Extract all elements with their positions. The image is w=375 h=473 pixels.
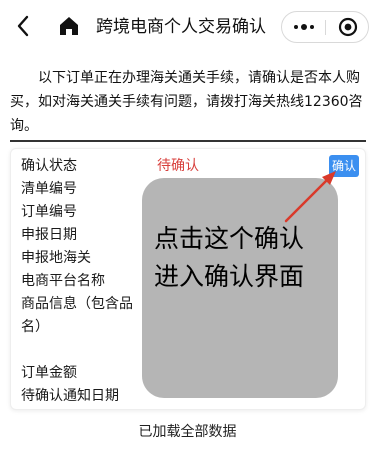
status-value: 待确认 — [157, 158, 199, 174]
label-platform-name: 电商平台名称 — [21, 273, 105, 289]
chevron-left-icon — [17, 15, 29, 37]
more-dots-icon-right — [309, 25, 314, 29]
label-declare-customs: 申报地海关 — [21, 250, 91, 266]
page: 跨境电商个人交易确认 以下订单正在办理海关通关手续，请确认是否本人购买，如对海关… — [0, 0, 375, 473]
label-list-no: 清单编号 — [21, 181, 77, 197]
more-dots-icon — [293, 25, 298, 29]
label-status: 确认状态 — [21, 158, 77, 174]
more-button[interactable] — [282, 12, 325, 42]
home-icon — [60, 17, 78, 35]
annotation-line-1: 点击这个确认 — [154, 224, 305, 253]
label-goods-info: 商品信息（包含品 — [21, 296, 133, 312]
label-declare-date: 申报日期 — [21, 227, 77, 243]
label-order-amount: 订单金额 — [21, 365, 77, 381]
close-button[interactable] — [326, 12, 369, 42]
more-dots-icon-center — [300, 24, 307, 30]
label-order-no: 订单编号 — [21, 204, 77, 220]
navbar: 跨境电商个人交易确认 — [0, 0, 375, 54]
field-labels: 确认状态 清单编号 订单编号 申报日期 申报地海关 电商平台名称 商品信息（包含… — [21, 155, 149, 408]
annotation-line-2: 进入确认界面 — [154, 262, 305, 291]
blank-row — [21, 339, 149, 362]
label-goods-info-cont: 名） — [21, 319, 49, 335]
mini-program-capsule — [281, 11, 369, 43]
home-button[interactable] — [58, 13, 80, 39]
divider — [10, 140, 366, 142]
annotation-text: 点击这个确认 进入确认界面 — [154, 220, 334, 296]
notice-text: 以下订单正在办理海关通关手续，请确认是否本人购买，如对海关通关手续有问题，请拨打… — [10, 70, 363, 134]
footer-status: 已加载全部数据 — [138, 424, 237, 440]
label-notify-date: 待确认通知日期 — [21, 388, 119, 404]
target-close-icon — [338, 17, 357, 37]
annotation-arrow-icon — [284, 171, 336, 223]
page-title: 跨境电商个人交易确认 — [96, 17, 266, 37]
back-button[interactable] — [10, 11, 36, 41]
